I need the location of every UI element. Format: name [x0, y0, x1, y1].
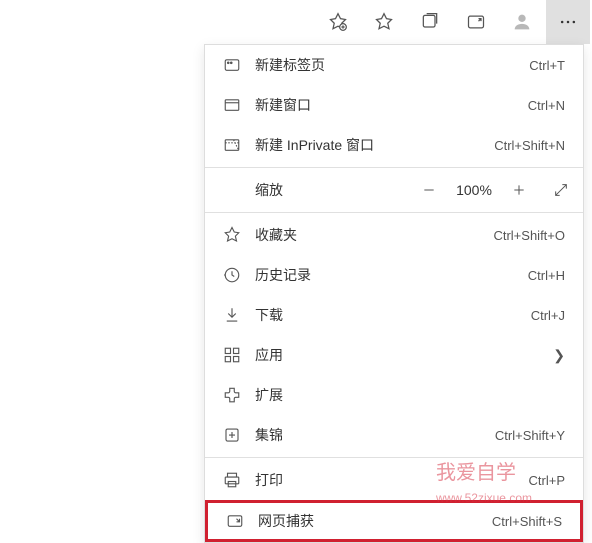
- chevron-right-icon: ❯: [553, 347, 565, 364]
- fullscreen-button[interactable]: [539, 170, 583, 210]
- menu-item-new-tab[interactable]: 新建标签页 Ctrl+T: [205, 45, 583, 85]
- window-icon: [223, 96, 241, 114]
- menu-item-apps[interactable]: 应用 ❯: [205, 335, 583, 375]
- menu-item-downloads[interactable]: 下载 Ctrl+J: [205, 295, 583, 335]
- zoom-row: 缩放 100%: [205, 170, 583, 210]
- menu-item-print[interactable]: 打印 Ctrl+P: [205, 460, 583, 500]
- menu-shortcut: Ctrl+T: [529, 58, 565, 73]
- favorites-button[interactable]: [362, 0, 406, 44]
- settings-menu: 新建标签页 Ctrl+T 新建窗口 Ctrl+N 新建 InPrivate 窗口…: [204, 44, 584, 543]
- menu-item-collections[interactable]: 集锦 Ctrl+Shift+Y: [205, 415, 583, 455]
- menu-shortcut: Ctrl+Shift+N: [494, 138, 565, 153]
- menu-label: 历史记录: [255, 265, 528, 285]
- apps-icon: [223, 346, 241, 364]
- zoom-label: 缩放: [255, 180, 409, 200]
- menu-label: 收藏夹: [255, 225, 493, 245]
- menu-label: 应用: [255, 345, 553, 365]
- menu-separator: [205, 457, 583, 458]
- menu-label: 网页捕获: [258, 511, 492, 531]
- menu-label: 打印: [255, 470, 529, 490]
- tab-icon: [223, 56, 241, 74]
- inprivate-icon: [223, 136, 241, 154]
- menu-item-extensions[interactable]: 扩展: [205, 375, 583, 415]
- menu-shortcut: Ctrl+N: [528, 98, 565, 113]
- collections-button[interactable]: [408, 0, 452, 44]
- collections-icon: [420, 12, 440, 32]
- capture-icon: [226, 512, 244, 530]
- menu-shortcut: Ctrl+Shift+Y: [495, 428, 565, 443]
- menu-item-new-window[interactable]: 新建窗口 Ctrl+N: [205, 85, 583, 125]
- menu-shortcut: Ctrl+H: [528, 268, 565, 283]
- profile-button[interactable]: [500, 0, 544, 44]
- capture-button[interactable]: [454, 0, 498, 44]
- download-icon: [223, 306, 241, 324]
- menu-separator: [205, 167, 583, 168]
- menu-shortcut: Ctrl+Shift+O: [493, 228, 565, 243]
- more-icon: [558, 12, 578, 32]
- star-icon: [223, 226, 241, 244]
- print-icon: [223, 471, 241, 489]
- collections-icon: [223, 426, 241, 444]
- menu-item-favorites[interactable]: 收藏夹 Ctrl+Shift+O: [205, 215, 583, 255]
- favorites-icon: [374, 12, 394, 32]
- add-favorite-button[interactable]: [316, 0, 360, 44]
- menu-shortcut: Ctrl+Shift+S: [492, 514, 562, 529]
- menu-label: 扩展: [255, 385, 565, 405]
- add-favorite-icon: [328, 12, 348, 32]
- menu-label: 集锦: [255, 425, 495, 445]
- menu-separator: [205, 212, 583, 213]
- menu-label: 新建 InPrivate 窗口: [255, 135, 494, 155]
- more-button[interactable]: [546, 0, 590, 44]
- menu-item-new-inprivate[interactable]: 新建 InPrivate 窗口 Ctrl+Shift+N: [205, 125, 583, 165]
- menu-item-web-capture[interactable]: 网页捕获 Ctrl+Shift+S: [205, 500, 583, 542]
- menu-label: 下载: [255, 305, 531, 325]
- menu-item-history[interactable]: 历史记录 Ctrl+H: [205, 255, 583, 295]
- capture-icon: [466, 12, 486, 32]
- fullscreen-icon: [553, 182, 569, 198]
- extensions-icon: [223, 386, 241, 404]
- menu-label: 新建标签页: [255, 55, 529, 75]
- history-icon: [223, 266, 241, 284]
- menu-shortcut: Ctrl+J: [531, 308, 565, 323]
- zoom-out-button[interactable]: [409, 170, 449, 210]
- toolbar: [0, 0, 592, 44]
- menu-label: 新建窗口: [255, 95, 528, 115]
- zoom-value: 100%: [449, 182, 499, 198]
- plus-icon: [511, 182, 527, 198]
- zoom-in-button[interactable]: [499, 170, 539, 210]
- profile-icon: [511, 11, 533, 33]
- menu-shortcut: Ctrl+P: [529, 473, 565, 488]
- minus-icon: [421, 182, 437, 198]
